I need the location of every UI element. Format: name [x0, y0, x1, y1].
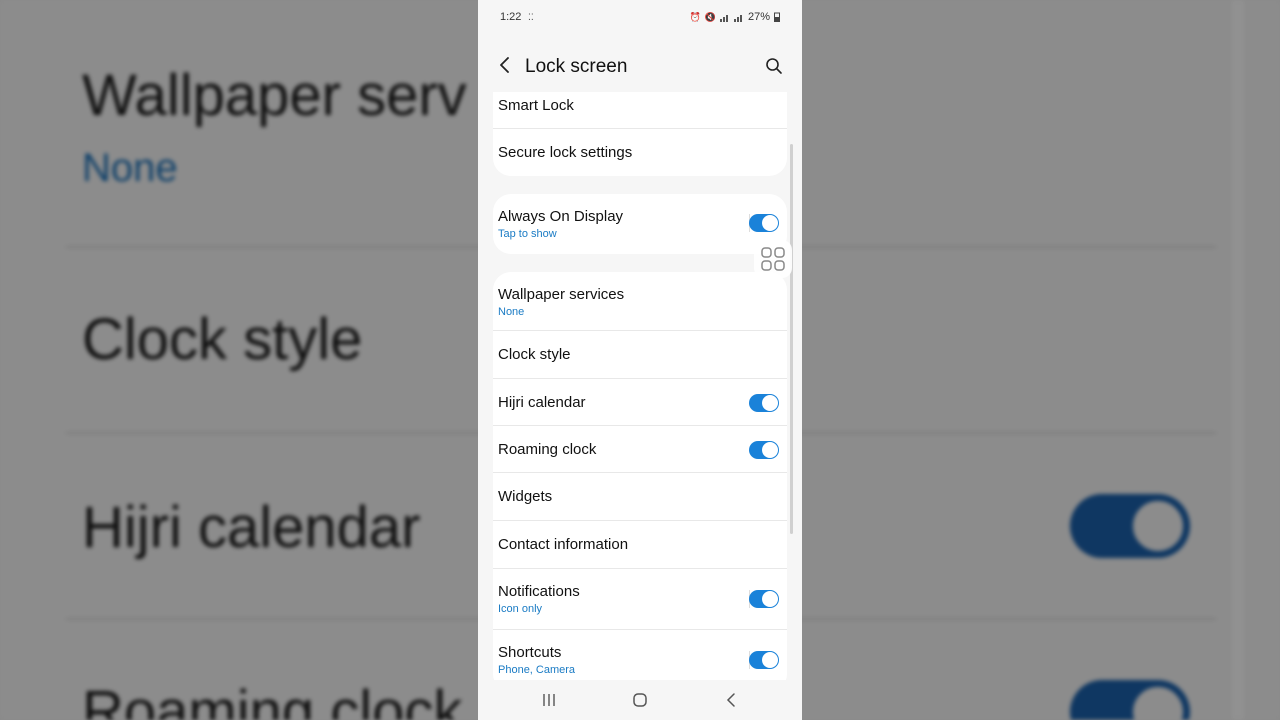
status-bar: 1:22 ⁚⁚ ⏰ 🔇 27% — [478, 0, 802, 36]
roaming-clock-item[interactable]: Roaming clock — [493, 426, 787, 473]
shortcuts-label: Shortcuts — [498, 644, 562, 661]
wallpaper-services-sub: None — [498, 306, 525, 318]
notifications-sub: Icon only — [498, 603, 543, 615]
roaming-clock-toggle[interactable] — [749, 441, 779, 459]
contact-information-item[interactable]: Contact information — [493, 521, 787, 569]
secure-lock-settings-item[interactable]: Secure lock settings — [493, 129, 787, 176]
back-arrow-icon[interactable] — [494, 54, 516, 76]
back-nav-icon[interactable] — [716, 688, 746, 712]
background-edge — [1232, 0, 1244, 720]
secure-lock-settings-label: Secure lock settings — [498, 144, 633, 161]
always-on-display-toggle[interactable] — [749, 214, 779, 232]
always-on-display-label: Always On Display — [498, 208, 624, 225]
clock-style-label: Clock style — [498, 346, 571, 363]
shortcuts-toggle[interactable] — [749, 651, 779, 669]
search-icon[interactable] — [764, 56, 784, 76]
aod-card: Always On Display Tap to show — [493, 194, 787, 254]
hijri-calendar-toggle[interactable] — [749, 394, 779, 412]
navigation-bar — [478, 680, 802, 720]
phone-screen: 1:22 ⁚⁚ ⏰ 🔇 27% Lock screen Smart Lock S… — [478, 0, 802, 720]
page-title: Lock screen — [525, 56, 628, 77]
hijri-calendar-item[interactable]: Hijri calendar — [493, 379, 787, 426]
smart-lock-label: Smart Lock — [498, 97, 574, 114]
battery-icon — [774, 12, 780, 22]
lock-screen-options-card: Wallpaper services None Clock style Hijr… — [493, 272, 787, 692]
notification-dots-icon: ⁚⁚ — [528, 12, 534, 22]
contact-information-label: Contact information — [498, 536, 629, 553]
floating-apps-grid[interactable] — [754, 240, 792, 278]
scrollbar[interactable] — [790, 144, 793, 534]
widgets-label: Widgets — [498, 488, 553, 505]
recent-apps-icon[interactable] — [534, 688, 564, 712]
notifications-item[interactable]: Notifications Icon only — [493, 569, 787, 630]
clock-style-item[interactable]: Clock style — [493, 331, 787, 379]
notifications-label: Notifications — [498, 583, 580, 600]
alarm-icon: ⏰ — [689, 11, 701, 22]
roaming-clock-label: Roaming clock — [498, 441, 597, 458]
smart-lock-item[interactable]: Smart Lock — [493, 92, 787, 129]
shortcuts-sub: Phone, Camera — [498, 664, 576, 676]
battery-percent: 27% — [747, 11, 770, 23]
signal-icon — [719, 14, 728, 22]
status-time: 1:22 — [500, 11, 522, 23]
header: Lock screen — [478, 48, 802, 88]
hijri-calendar-label: Hijri calendar — [498, 394, 586, 411]
wallpaper-services-item[interactable]: Wallpaper services None — [493, 272, 787, 331]
signal-icon — [733, 14, 742, 22]
security-card: Smart Lock Secure lock settings — [493, 92, 787, 176]
mute-icon: 🔇 — [704, 11, 716, 22]
wallpaper-services-label: Wallpaper services — [498, 286, 625, 303]
grid-icon — [761, 247, 785, 271]
home-icon[interactable] — [625, 688, 655, 712]
always-on-display-sub: Tap to show — [498, 228, 557, 240]
notifications-toggle[interactable] — [749, 590, 779, 608]
status-icons: ⏰ 🔇 27% — [690, 11, 780, 23]
widgets-item[interactable]: Widgets — [493, 473, 787, 521]
always-on-display-item[interactable]: Always On Display Tap to show — [493, 194, 787, 254]
